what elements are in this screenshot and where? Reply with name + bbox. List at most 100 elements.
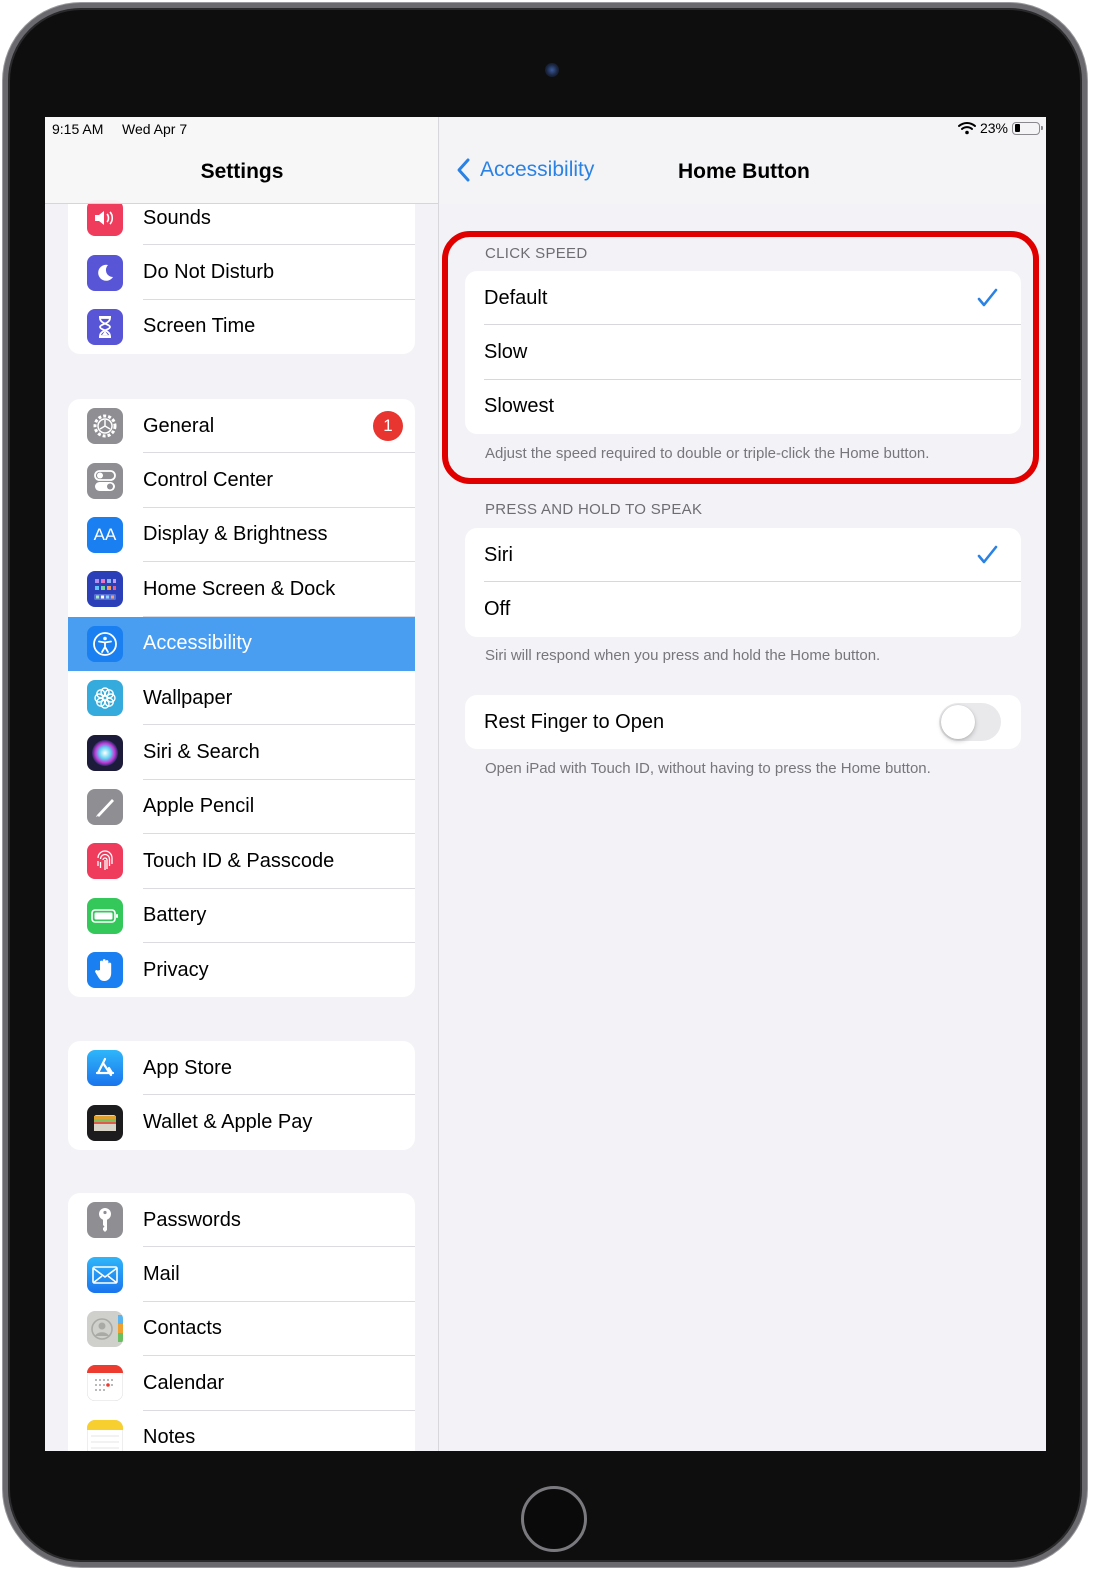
sidebar-item-label: Display & Brightness <box>143 523 328 546</box>
sidebar-item-label: Sounds <box>143 206 211 229</box>
checkmark-icon <box>977 288 998 307</box>
status-bar: 9:15 AM Wed Apr 7 23% <box>45 117 1046 141</box>
sidebar-item-label: Control Center <box>143 469 274 492</box>
sidebar-item-label: Battery <box>143 904 207 927</box>
fingerprint-icon <box>87 843 123 880</box>
battery-indicator-icon <box>1012 121 1043 135</box>
toggle-knob <box>941 705 975 740</box>
siri-icon <box>87 734 123 771</box>
press-hold-options: Siri Off <box>465 528 1021 637</box>
app-grid-icon <box>87 571 123 608</box>
front-camera <box>545 63 559 77</box>
back-button-label: Accessibility <box>480 158 595 181</box>
click-speed-option-slow[interactable]: Slow <box>465 325 1021 380</box>
click-speed-footer: Adjust the speed required to double or t… <box>485 445 930 462</box>
sidebar-item-accessibility[interactable]: Accessibility <box>68 616 415 671</box>
option-label: Slowest <box>484 395 555 418</box>
click-speed-header: CLICK SPEED <box>485 245 588 262</box>
battery-fill <box>1014 124 1020 132</box>
sidebar-item-do-not-disturb[interactable]: Do Not Disturb <box>68 245 415 300</box>
contacts-icon <box>87 1310 123 1347</box>
sidebar-item-wallpaper[interactable]: Wallpaper <box>68 671 415 726</box>
sidebar-item-notes[interactable]: Notes <box>68 1411 415 1451</box>
sidebar-item-label: Contacts <box>143 1317 222 1340</box>
sidebar-item-label: Mail <box>143 1263 180 1286</box>
screen: Settings Sounds Do Not Disturb Screen Ti… <box>45 117 1046 1451</box>
option-label: Default <box>484 286 548 309</box>
key-icon <box>87 1202 123 1239</box>
sidebar-item-contacts[interactable]: Contacts <box>68 1302 415 1357</box>
sidebar-item-label: Apple Pencil <box>143 795 255 818</box>
sidebar-item-battery[interactable]: Battery <box>68 889 415 943</box>
sidebar-item-calendar[interactable]: Calendar <box>68 1356 415 1411</box>
sidebar-item-label: Wallpaper <box>143 686 233 709</box>
sidebar-item-mail[interactable]: Mail <box>68 1247 415 1302</box>
flower-icon <box>87 680 123 717</box>
sidebar-item-label: Touch ID & Passcode <box>143 849 335 872</box>
rest-finger-label: Rest Finger to Open <box>484 710 665 733</box>
home-button[interactable] <box>521 1486 587 1552</box>
sidebar-item-label: Passwords <box>143 1208 241 1231</box>
settings-group: Passwords Mail Contacts Calendar Notes <box>68 1193 415 1451</box>
sidebar-item-display-brightness[interactable]: AA Display & Brightness <box>68 508 415 563</box>
speaker-icon <box>87 200 123 237</box>
sidebar-item-label: General <box>143 414 215 437</box>
page-title: Home Button <box>678 160 810 183</box>
sidebar-item-label: Do Not Disturb <box>143 261 275 284</box>
option-label: Siri <box>484 543 513 566</box>
sidebar-item-label: Wallet & Apple Pay <box>143 1111 313 1134</box>
sidebar-item-home-screen-dock[interactable]: Home Screen & Dock <box>68 562 415 617</box>
status-time: 9:15 AM <box>52 121 104 137</box>
hand-icon <box>87 952 123 989</box>
sidebar-item-wallet-apple-pay[interactable]: Wallet & Apple Pay <box>68 1095 415 1149</box>
status-date: Wed Apr 7 <box>122 121 188 137</box>
checkmark-icon <box>977 545 998 564</box>
toggles-icon <box>87 462 123 499</box>
sidebar-item-screen-time[interactable]: Screen Time <box>68 300 415 354</box>
rest-finger-row: Rest Finger to Open <box>465 695 1021 749</box>
app-store-icon <box>87 1050 123 1087</box>
moon-icon <box>87 254 123 291</box>
click-speed-option-slowest[interactable]: Slowest <box>465 380 1021 434</box>
sidebar-item-passwords[interactable]: Passwords <box>68 1193 415 1248</box>
rest-finger-footer: Open iPad with Touch ID, without having … <box>485 760 931 777</box>
sidebar-item-siri-search[interactable]: Siri & Search <box>68 725 415 780</box>
sidebar-item-control-center[interactable]: Control Center <box>68 453 415 508</box>
sidebar-item-label: Privacy <box>143 958 209 981</box>
click-speed-option-default[interactable]: Default <box>465 271 1021 326</box>
mail-icon <box>87 1256 123 1293</box>
option-label: Off <box>484 598 511 621</box>
notes-icon <box>87 1419 123 1451</box>
rest-finger-toggle[interactable] <box>939 703 1001 742</box>
settings-group: General 1 Control Center AA Display & Br… <box>68 399 415 998</box>
sidebar-item-label: Home Screen & Dock <box>143 577 336 600</box>
settings-group: Sounds Do Not Disturb Screen Time <box>68 191 415 355</box>
sidebar-item-apple-pencil[interactable]: Apple Pencil <box>68 780 415 835</box>
battery-percent: 23% <box>979 120 1008 136</box>
sidebar-item-label: App Store <box>143 1056 232 1079</box>
settings-sidebar: Settings Sounds Do Not Disturb Screen Ti… <box>45 117 439 1451</box>
gear-icon <box>87 408 123 445</box>
rest-finger-card: Rest Finger to Open <box>465 695 1021 750</box>
sidebar-item-general[interactable]: General 1 <box>68 399 415 454</box>
accessibility-icon <box>87 625 123 662</box>
wifi-icon <box>957 122 976 135</box>
press-hold-header: PRESS AND HOLD TO SPEAK <box>485 501 703 518</box>
sidebar-item-app-store[interactable]: App Store <box>68 1041 415 1096</box>
hourglass-icon <box>87 308 123 345</box>
battery-icon <box>87 897 123 934</box>
notification-badge: 1 <box>373 411 403 442</box>
sidebar-item-touch-id-passcode[interactable]: Touch ID & Passcode <box>68 834 415 889</box>
settings-group: App Store Wallet & Apple Pay <box>68 1041 415 1150</box>
press-hold-option-siri[interactable]: Siri <box>465 528 1021 583</box>
sidebar-title: Settings <box>200 160 284 183</box>
home-button-settings-pane: Accessibility Home Button CLICK SPEED De… <box>440 117 1046 1451</box>
press-hold-option-off[interactable]: Off <box>465 582 1021 636</box>
press-hold-footer: Siri will respond when you press and hol… <box>485 647 881 664</box>
option-label: Slow <box>484 341 528 364</box>
sidebar-item-label: Calendar <box>143 1371 225 1394</box>
back-button[interactable]: Accessibility <box>454 157 594 183</box>
calendar-icon <box>87 1365 123 1402</box>
sidebar-item-privacy[interactable]: Privacy <box>68 943 415 997</box>
sidebar-item-label: Notes <box>143 1426 196 1449</box>
